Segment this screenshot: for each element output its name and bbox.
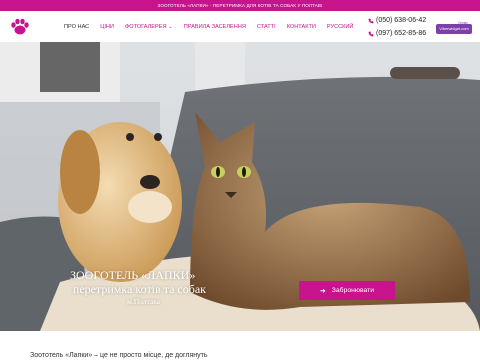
- intro-text: Зоототель «Лапки» – це не просто місце, …: [30, 352, 208, 359]
- book-button-label: Забронювати: [331, 287, 375, 294]
- book-button[interactable]: ➜ Забронювати: [299, 281, 395, 300]
- paw-icon[interactable]: [9, 17, 31, 37]
- hero-subtitle: перетримка котів та собак: [72, 282, 206, 296]
- phone-icon: [368, 31, 374, 37]
- nav-contacts[interactable]: КОНТАКТИ: [287, 24, 316, 30]
- hero-banner: ЗООГОТЕЛЬ «ЛАПКИ» перетримка котів та со…: [0, 42, 480, 331]
- nav-language[interactable]: РУССКИЙ: [327, 24, 354, 30]
- top-announcement-bar: ЗООГОТЕЛЬ «ЛАПКИ» - ПЕРЕТРИМКА ДЛЯ КОТІВ…: [0, 0, 480, 11]
- phone-item[interactable]: (050) 638-06-42: [368, 15, 426, 28]
- hero-text-block: ЗООГОТЕЛЬ «ЛАПКИ» перетримка котів та со…: [66, 268, 206, 307]
- site-header: ПРО НАС ЦІНИ ФОТОГАЛЕРЕЯ ⌄ ПРАВИЛА ЗАСЕЛ…: [0, 11, 480, 42]
- announcement-text: ЗООГОТЕЛЬ «ЛАПКИ» - ПЕРЕТРИМКА ДЛЯ КОТІВ…: [157, 3, 323, 8]
- phone-list: (050) 638-06-42 (097) 652-85-86: [368, 15, 426, 40]
- nav-gallery[interactable]: ФОТОГАЛЕРЕЯ ⌄: [125, 24, 173, 30]
- phone-icon: [368, 18, 374, 24]
- viber-widget-badge[interactable]: Viberwidget.com: [436, 24, 472, 34]
- phone-number: (097) 652-85-86: [376, 29, 427, 37]
- nav-rules[interactable]: ПРАВИЛА ЗАСЕЛЕННЯ: [184, 24, 246, 30]
- nav-about[interactable]: ПРО НАС: [64, 24, 89, 30]
- intro-section: Зоототель «Лапки» – це не просто місце, …: [0, 331, 480, 360]
- hero-title: ЗООГОТЕЛЬ «ЛАПКИ»: [70, 268, 196, 282]
- phone-number: (050) 638-06-42: [376, 17, 427, 24]
- arrow-right-icon: ➜: [319, 287, 326, 295]
- phone-item[interactable]: (097) 652-85-86: [368, 28, 426, 41]
- main-nav: ПРО НАС ЦІНИ ФОТОГАЛЕРЕЯ ⌄ ПРАВИЛА ЗАСЕЛ…: [64, 11, 364, 42]
- nav-articles[interactable]: СТАТТІ: [257, 24, 276, 30]
- hero-city: м.Полтава: [127, 297, 160, 306]
- nav-prices[interactable]: ЦІНИ: [100, 24, 114, 30]
